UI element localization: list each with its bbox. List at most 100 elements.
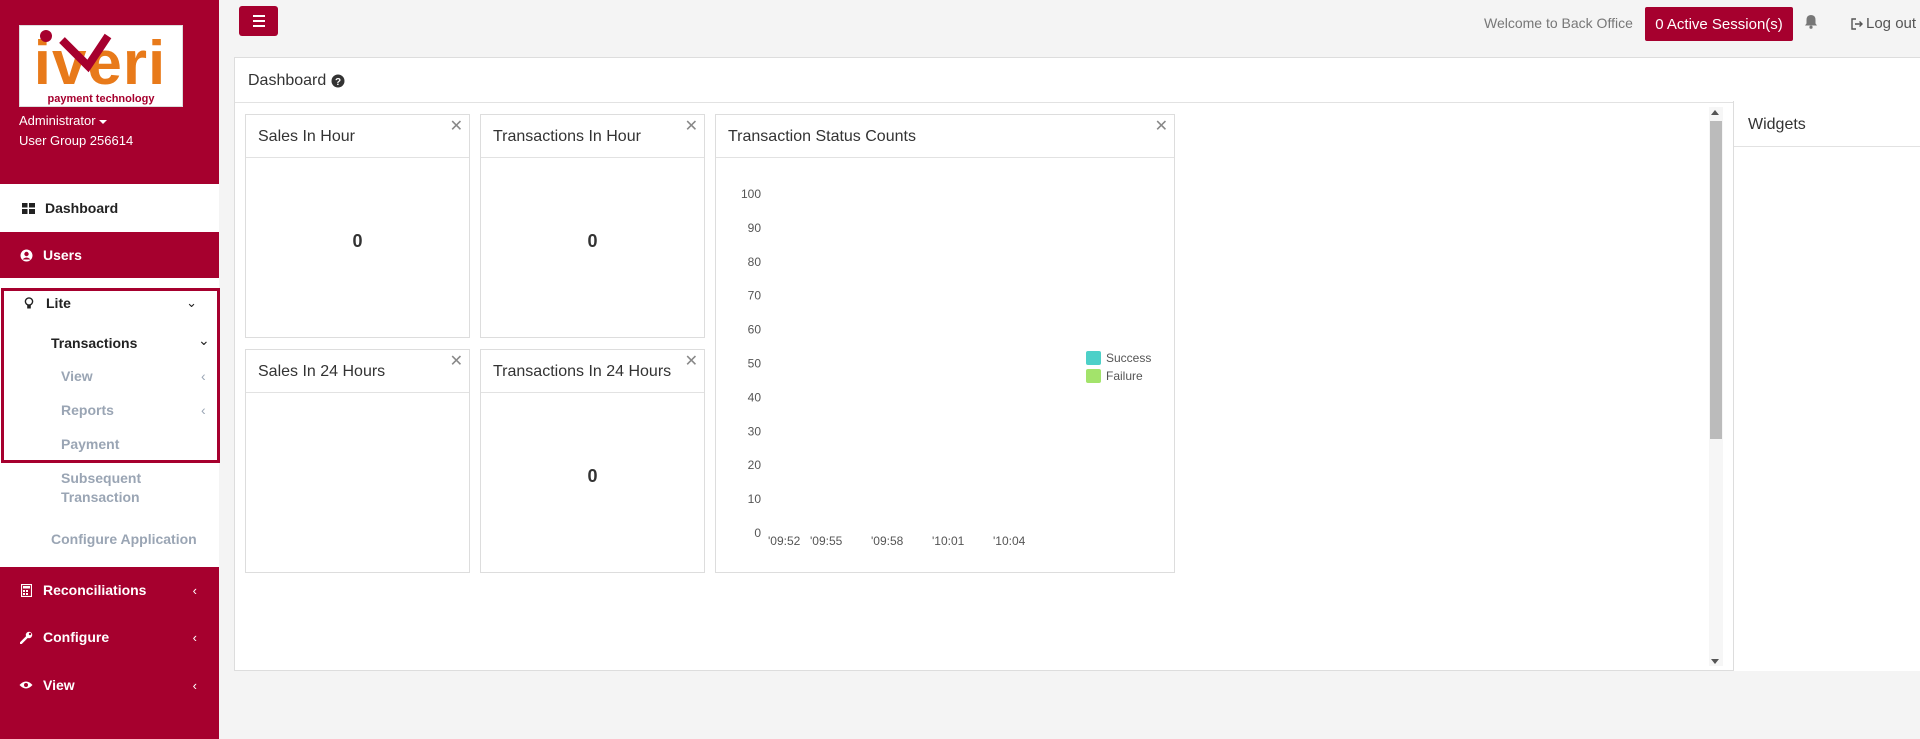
logo-tagline: payment technology — [48, 93, 156, 105]
scroll-up-arrow-icon[interactable] — [1711, 110, 1719, 115]
y-tick-label: 10 — [748, 492, 762, 506]
chevron-left-icon: ‹ — [201, 402, 206, 418]
sidebar-item-lite[interactable]: Lite ⌄ — [0, 288, 219, 318]
widget-transactions-in-hour: Transactions In Hour ✕ 0 — [480, 114, 705, 338]
sub-label: Subsequent — [61, 470, 142, 486]
widget-title: Transactions In Hour — [493, 128, 641, 145]
y-tick-label: 80 — [748, 255, 762, 269]
page-title: Dashboard ? — [248, 72, 345, 90]
chevron-left-icon: ‹ — [192, 582, 197, 598]
caret-down-icon — [98, 119, 107, 124]
sidebar-sub-subsequent-transaction[interactable]: Subsequent Transaction — [61, 469, 141, 507]
wrench-icon — [19, 630, 33, 644]
divider — [235, 102, 1920, 103]
widget-sales-in-24-hours: Sales In 24 Hours ✕ — [245, 349, 470, 573]
sidebar-header: iveri payment technology Administrator U… — [0, 0, 219, 184]
sub-label: Transaction — [61, 489, 140, 505]
x-tick-label: '09:58 — [871, 534, 904, 548]
sidebar-item-users[interactable]: Users — [0, 232, 219, 278]
x-tick-label: '09:52 — [768, 534, 801, 548]
widget-title: Sales In 24 Hours — [258, 363, 386, 380]
dashboard-icon — [21, 201, 35, 215]
close-icon[interactable]: ✕ — [685, 119, 698, 135]
calculator-icon — [19, 583, 33, 597]
widget-transaction-status-counts: Transaction Status Counts ✕ 100 90 80 70 60 5… — [715, 114, 1175, 573]
legend-label[interactable]: Success — [1106, 351, 1151, 365]
sidebar-item-reconciliations[interactable]: Reconciliations ‹ — [0, 567, 219, 613]
menu-toggle-button[interactable] — [239, 6, 278, 36]
status-chart: 1009080706050403020100'09:52'09:55'09:58… — [741, 187, 1151, 548]
sidebar-item-dashboard[interactable]: Dashboard — [0, 184, 219, 232]
sub-label: Configure Application — [51, 531, 197, 547]
chevron-down-icon: ⌄ — [186, 295, 197, 310]
widget-value: 0 — [587, 466, 598, 486]
divider — [246, 392, 469, 393]
svg-text:iveri: iveri — [34, 29, 167, 98]
sidebar-sub-reports[interactable]: Reports ‹ — [61, 402, 211, 418]
menu-bg-lite — [0, 278, 219, 567]
y-tick-label: 0 — [754, 526, 761, 540]
chevron-down-icon: ⌄ — [198, 332, 210, 348]
page-title-text: Dashboard — [248, 72, 327, 89]
widget-title: Transaction Status Counts — [728, 128, 916, 145]
divider — [1734, 146, 1920, 147]
sidebar-sub-configure-application[interactable]: Configure Application — [51, 531, 197, 547]
close-icon[interactable]: ✕ — [450, 354, 463, 370]
legend-swatch[interactable] — [1086, 369, 1101, 383]
close-icon[interactable]: ✕ — [450, 119, 463, 135]
user-circle-icon — [19, 248, 33, 262]
y-tick-label: 50 — [748, 357, 762, 371]
divider — [246, 157, 469, 158]
chevron-left-icon: ‹ — [192, 677, 197, 693]
widget-transactions-in-24-hours: Transactions In 24 Hours ✕ 0 — [480, 349, 705, 573]
sidebar-sub-transactions[interactable]: Transactions ⌄ — [51, 332, 211, 351]
scroll-down-arrow-icon[interactable] — [1711, 659, 1719, 664]
logout-link[interactable]: Log out — [1851, 15, 1916, 32]
lightbulb-icon — [22, 296, 36, 310]
sidebar-item-configure[interactable]: Configure ‹ — [0, 614, 219, 660]
user-role-dropdown[interactable]: Administrator — [19, 113, 107, 128]
widget-value: 0 — [352, 231, 363, 251]
sidebar-item-label: View — [43, 677, 75, 693]
user-role: Administrator — [19, 113, 96, 128]
sidebar: iveri payment technology Administrator U… — [0, 0, 220, 739]
sidebar-item-view[interactable]: View ‹ — [0, 662, 219, 708]
sub-label: Payment — [61, 436, 120, 452]
hamburger-icon — [252, 15, 265, 17]
scrollbar-thumb[interactable] — [1710, 121, 1722, 439]
close-icon[interactable]: ✕ — [1155, 119, 1168, 135]
y-tick-label: 70 — [748, 289, 762, 303]
legend-label[interactable]: Failure — [1106, 369, 1143, 383]
eye-icon — [19, 678, 33, 692]
divider — [481, 157, 704, 158]
svg-text:?: ? — [335, 77, 341, 88]
sidebar-sub-payment[interactable]: Payment — [61, 436, 119, 452]
sidebar-item-label: Configure — [43, 629, 110, 645]
close-icon[interactable]: ✕ — [685, 354, 698, 370]
widgets-panel: Widgets — [1733, 101, 1920, 671]
y-tick-label: 90 — [748, 221, 762, 235]
widget-sales-in-hour: Sales In Hour ✕ 0 — [245, 114, 470, 338]
widget-title: Sales In Hour — [258, 128, 355, 145]
bell-icon[interactable] — [1804, 14, 1818, 34]
sidebar-item-label: Reconciliations — [43, 582, 147, 598]
chevron-left-icon: ‹ — [201, 368, 206, 384]
y-tick-label: 100 — [741, 187, 761, 201]
sidebar-item-label: Dashboard — [45, 200, 119, 216]
logout-icon — [1851, 17, 1863, 30]
divider — [481, 392, 704, 393]
active-sessions-button[interactable]: 0 Active Session(s) — [1645, 7, 1793, 41]
widget-title: Transactions In 24 Hours — [493, 363, 672, 380]
help-icon[interactable]: ? — [331, 74, 345, 88]
hamburger-icon-line — [252, 20, 265, 22]
y-tick-label: 40 — [748, 390, 762, 404]
welcome-text: Welcome to Back Office — [1484, 15, 1633, 31]
sub-label: View — [61, 368, 93, 384]
sidebar-item-label: Lite — [46, 295, 71, 311]
sidebar-sub-view[interactable]: View ‹ — [61, 368, 211, 384]
logout-label: Log out — [1866, 15, 1917, 32]
x-tick-label: '10:01 — [932, 534, 965, 548]
x-tick-label: '09:55 — [810, 534, 843, 548]
legend-swatch[interactable] — [1086, 351, 1101, 365]
widget-value: 0 — [587, 231, 598, 251]
